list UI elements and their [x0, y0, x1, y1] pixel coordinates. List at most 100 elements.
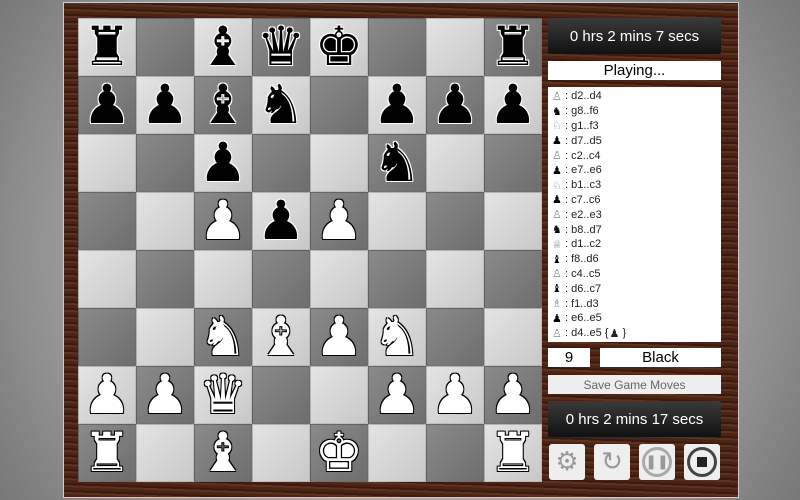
- white-knight-piece[interactable]: ♞: [373, 310, 421, 364]
- stop-button[interactable]: [684, 444, 720, 480]
- square-f5[interactable]: [368, 192, 426, 250]
- square-d1[interactable]: [252, 424, 310, 482]
- white-rook-piece[interactable]: ♜: [489, 426, 537, 480]
- black-queen-piece[interactable]: ♛: [257, 20, 305, 74]
- square-f3[interactable]: ♞: [368, 308, 426, 366]
- white-pawn-piece[interactable]: ♟: [489, 368, 537, 422]
- square-g8[interactable]: [426, 18, 484, 76]
- square-e7[interactable]: [310, 76, 368, 134]
- square-a5[interactable]: [78, 192, 136, 250]
- black-pawn-piece[interactable]: ♟: [431, 78, 479, 132]
- square-g3[interactable]: [426, 308, 484, 366]
- square-h7[interactable]: ♟: [484, 76, 542, 134]
- black-rook-piece[interactable]: ♜: [489, 20, 537, 74]
- square-f2[interactable]: ♟: [368, 366, 426, 424]
- settings-button[interactable]: ⚙: [549, 444, 585, 480]
- square-e5[interactable]: ♟: [310, 192, 368, 250]
- square-a2[interactable]: ♟: [78, 366, 136, 424]
- white-bishop-piece[interactable]: ♝: [199, 426, 247, 480]
- square-a7[interactable]: ♟: [78, 76, 136, 134]
- black-knight-piece[interactable]: ♞: [257, 78, 305, 132]
- black-pawn-piece[interactable]: ♟: [373, 78, 421, 132]
- square-g4[interactable]: [426, 250, 484, 308]
- black-pawn-piece[interactable]: ♟: [199, 136, 247, 190]
- white-pawn-piece[interactable]: ♟: [431, 368, 479, 422]
- square-b7[interactable]: ♟: [136, 76, 194, 134]
- square-h6[interactable]: [484, 134, 542, 192]
- square-h4[interactable]: [484, 250, 542, 308]
- square-a4[interactable]: [78, 250, 136, 308]
- white-pawn-piece[interactable]: ♟: [199, 194, 247, 248]
- square-g2[interactable]: ♟: [426, 366, 484, 424]
- square-e6[interactable]: [310, 134, 368, 192]
- black-pawn-piece[interactable]: ♟: [141, 78, 189, 132]
- square-c7[interactable]: ♝: [194, 76, 252, 134]
- square-d8[interactable]: ♛: [252, 18, 310, 76]
- black-bishop-piece[interactable]: ♝: [199, 78, 247, 132]
- white-rook-piece[interactable]: ♜: [83, 426, 131, 480]
- black-knight-piece[interactable]: ♞: [373, 136, 421, 190]
- square-g6[interactable]: [426, 134, 484, 192]
- square-d5[interactable]: ♟: [252, 192, 310, 250]
- save-game-moves-button[interactable]: Save Game Moves: [548, 375, 721, 394]
- square-b8[interactable]: [136, 18, 194, 76]
- square-a1[interactable]: ♜: [78, 424, 136, 482]
- white-pawn-piece[interactable]: ♟: [373, 368, 421, 422]
- square-h1[interactable]: ♜: [484, 424, 542, 482]
- square-h5[interactable]: [484, 192, 542, 250]
- square-b2[interactable]: ♟: [136, 366, 194, 424]
- square-b1[interactable]: [136, 424, 194, 482]
- square-b6[interactable]: [136, 134, 194, 192]
- square-d3[interactable]: ♝: [252, 308, 310, 366]
- white-pawn-piece[interactable]: ♟: [83, 368, 131, 422]
- square-a8[interactable]: ♜: [78, 18, 136, 76]
- square-d6[interactable]: [252, 134, 310, 192]
- white-queen-piece[interactable]: ♛: [199, 368, 247, 422]
- square-h2[interactable]: ♟: [484, 366, 542, 424]
- square-c8[interactable]: ♝: [194, 18, 252, 76]
- square-b4[interactable]: [136, 250, 194, 308]
- move-list[interactable]: ♙: d2..d4 ♞: g8..f6 ♘: g1..f3 ♟: d7..d5 ♙: c…: [548, 87, 721, 342]
- square-h3[interactable]: [484, 308, 542, 366]
- square-b5[interactable]: [136, 192, 194, 250]
- chess-board[interactable]: ♜ ♝ ♛ ♚ ♜ ♟ ♟ ♝ ♞ ♟ ♟ ♟ ♟ ♞ ♟ ♟ ♟ ♞ ♝ ♟ ♞ ♟ ♟ ♛ ♟ ♟ ♟ ♜ ♝ ♚ ♜: [78, 18, 542, 482]
- white-pawn-piece[interactable]: ♟: [315, 194, 363, 248]
- restart-button[interactable]: ↻: [594, 444, 630, 480]
- black-bishop-piece[interactable]: ♝: [199, 20, 247, 74]
- white-bishop-piece[interactable]: ♝: [257, 310, 305, 364]
- square-f7[interactable]: ♟: [368, 76, 426, 134]
- square-e3[interactable]: ♟: [310, 308, 368, 366]
- square-c6[interactable]: ♟: [194, 134, 252, 192]
- square-c5[interactable]: ♟: [194, 192, 252, 250]
- black-pawn-piece[interactable]: ♟: [257, 194, 305, 248]
- square-d4[interactable]: [252, 250, 310, 308]
- black-pawn-piece[interactable]: ♟: [489, 78, 537, 132]
- square-e2[interactable]: [310, 366, 368, 424]
- square-a3[interactable]: [78, 308, 136, 366]
- square-g1[interactable]: [426, 424, 484, 482]
- white-pawn-piece[interactable]: ♟: [141, 368, 189, 422]
- square-f6[interactable]: ♞: [368, 134, 426, 192]
- black-pawn-piece[interactable]: ♟: [83, 78, 131, 132]
- square-f8[interactable]: [368, 18, 426, 76]
- square-e4[interactable]: [310, 250, 368, 308]
- square-d7[interactable]: ♞: [252, 76, 310, 134]
- square-c2[interactable]: ♛: [194, 366, 252, 424]
- white-king-piece[interactable]: ♚: [315, 426, 363, 480]
- black-king-piece[interactable]: ♚: [315, 20, 363, 74]
- square-e8[interactable]: ♚: [310, 18, 368, 76]
- square-a6[interactable]: [78, 134, 136, 192]
- square-g5[interactable]: [426, 192, 484, 250]
- square-b3[interactable]: [136, 308, 194, 366]
- square-c3[interactable]: ♞: [194, 308, 252, 366]
- square-g7[interactable]: ♟: [426, 76, 484, 134]
- square-d2[interactable]: [252, 366, 310, 424]
- square-c1[interactable]: ♝: [194, 424, 252, 482]
- square-e1[interactable]: ♚: [310, 424, 368, 482]
- square-f4[interactable]: [368, 250, 426, 308]
- white-knight-piece[interactable]: ♞: [199, 310, 247, 364]
- black-rook-piece[interactable]: ♜: [83, 20, 131, 74]
- white-pawn-piece[interactable]: ♟: [315, 310, 363, 364]
- square-f1[interactable]: [368, 424, 426, 482]
- square-h8[interactable]: ♜: [484, 18, 542, 76]
